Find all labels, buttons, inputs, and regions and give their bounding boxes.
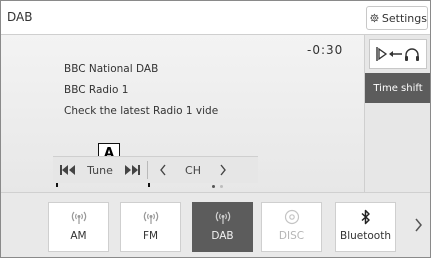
ch-prev-button[interactable] xyxy=(148,157,178,183)
skip-forward-button[interactable] xyxy=(117,157,147,183)
disc-icon xyxy=(284,209,299,225)
source-label: DAB xyxy=(211,230,234,242)
radio-signal-icon xyxy=(143,211,158,224)
source-label: FM xyxy=(142,230,159,242)
chevron-left-icon xyxy=(160,164,166,176)
speaker-headphones-icon xyxy=(376,47,419,61)
source-tile-fm[interactable]: FM xyxy=(120,202,181,252)
page-dot-2 xyxy=(220,185,223,188)
bluetooth-icon xyxy=(360,209,370,225)
radio-signal-icon xyxy=(215,211,230,224)
ch-label: CH xyxy=(185,163,201,177)
programme-name: BBC Radio 1 xyxy=(64,84,129,96)
station-name: BBC National DAB xyxy=(64,63,159,75)
time-shift-button[interactable]: Time shift xyxy=(365,73,430,103)
timeshift-time: -0:30 xyxy=(307,43,344,57)
source-bar: AM FM DAB DISC Bluetooth xyxy=(1,192,430,257)
programme-info-text: Check the latest Radio 1 vide xyxy=(64,105,219,117)
chevron-right-icon xyxy=(220,164,226,176)
ch-next-button[interactable] xyxy=(208,157,238,183)
source-label: DISC xyxy=(278,230,305,242)
source-tile-dab[interactable]: DAB xyxy=(192,202,253,252)
skip-back-icon xyxy=(60,165,75,175)
source-tile-disc[interactable]: DISC xyxy=(261,202,322,252)
source-tile-bluetooth[interactable]: Bluetooth xyxy=(335,202,396,252)
source-tile-am[interactable]: AM xyxy=(48,202,109,252)
skip-forward-icon xyxy=(125,165,140,175)
source-label: AM xyxy=(70,230,87,242)
now-playing-panel: -0:30 BBC National DAB BBC Radio 1 Check… xyxy=(1,35,364,192)
settings-button[interactable]: Settings xyxy=(366,6,428,30)
skip-back-button[interactable] xyxy=(53,157,83,183)
screen-title: DAB xyxy=(7,10,33,24)
page-indicator xyxy=(212,185,223,188)
tune-label: Tune xyxy=(87,163,113,177)
gear-icon xyxy=(370,13,379,23)
chevron-right-icon xyxy=(415,218,422,232)
page-dot-1 xyxy=(212,185,215,188)
radio-signal-icon xyxy=(71,211,86,224)
dab-screen: DAB Settings -0:30 BBC National DAB BBC … xyxy=(0,0,431,258)
source-label: Bluetooth xyxy=(340,230,391,242)
settings-label: Settings xyxy=(381,11,427,25)
tune-control-bar: Tune CH xyxy=(53,156,258,183)
right-sidebar: Time shift xyxy=(364,35,430,192)
next-page-arrow[interactable] xyxy=(414,217,422,236)
sound-source-button[interactable] xyxy=(369,39,427,69)
